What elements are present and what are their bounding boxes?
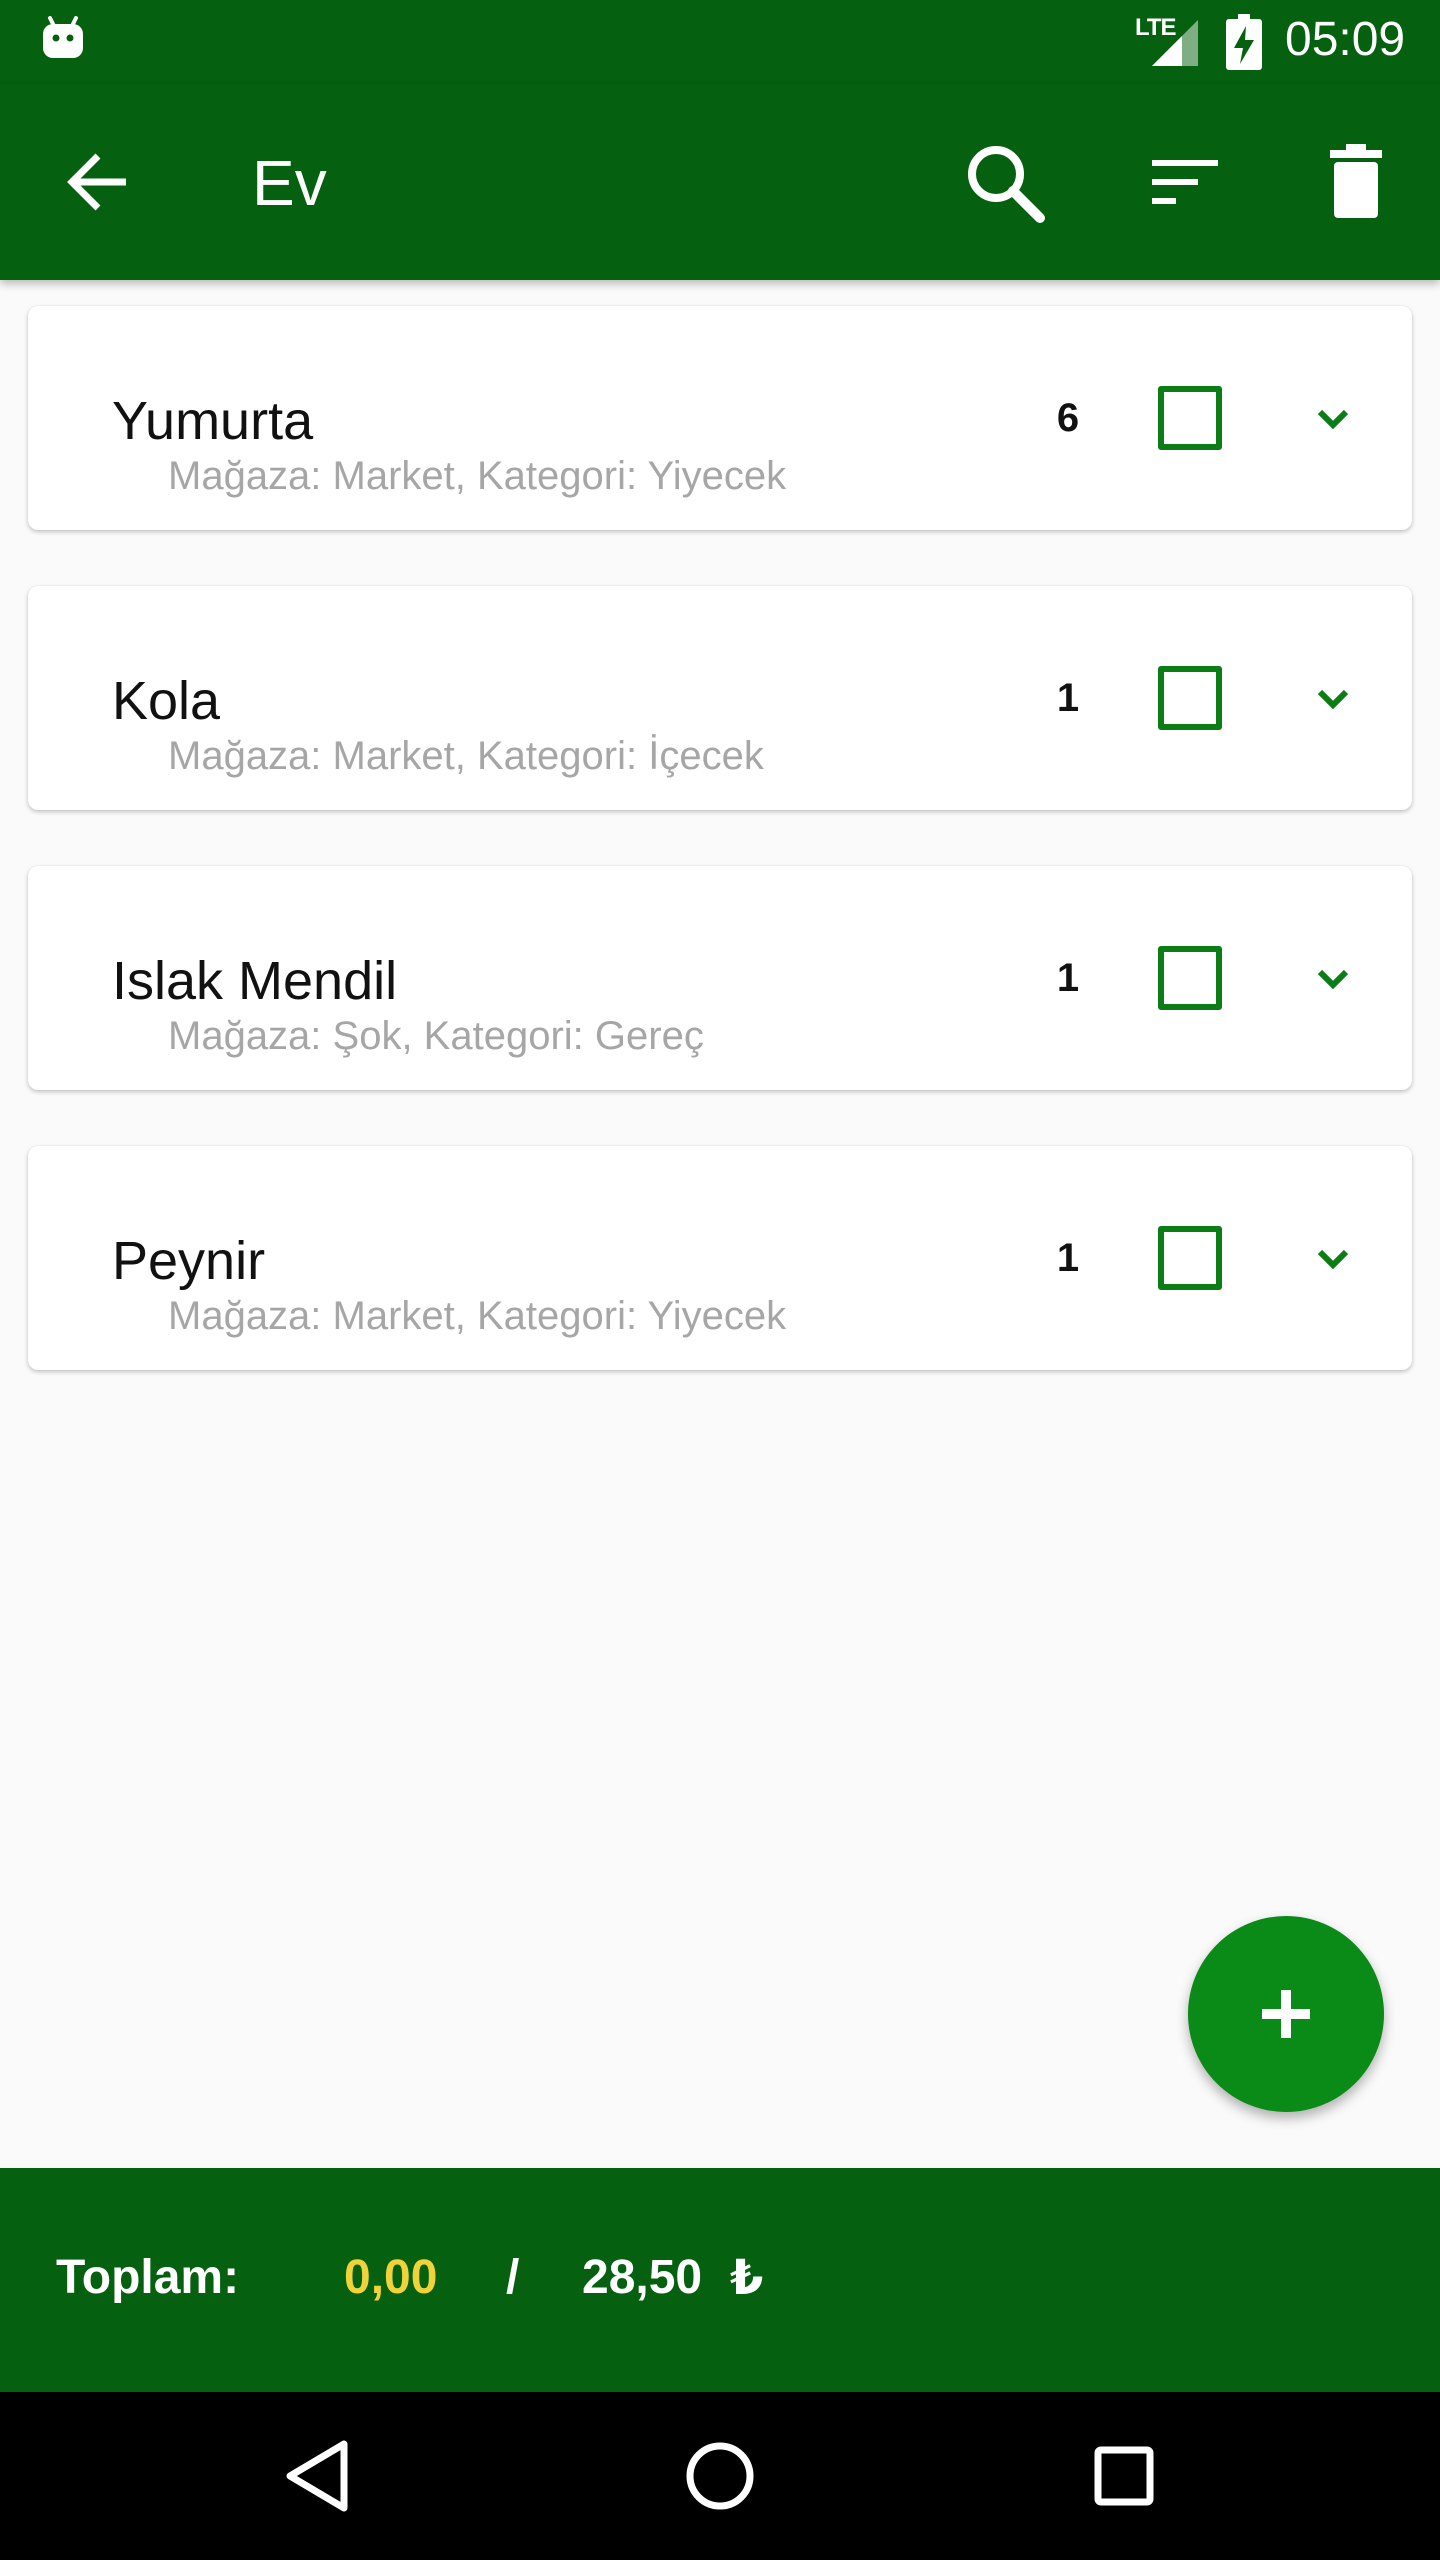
total-separator: / — [506, 2251, 520, 2304]
item-checkbox[interactable] — [1158, 666, 1222, 730]
expand-button[interactable] — [1298, 384, 1368, 454]
item-meta: Mağaza: Market, Kategori: Yiyecek — [168, 454, 787, 498]
chevron-down-icon — [1317, 1249, 1349, 1270]
item-checkbox[interactable] — [1158, 1226, 1222, 1290]
item-meta: Mağaza: Şok, Kategori: Gereç — [168, 1014, 704, 1058]
navigation-bar — [0, 2392, 1440, 2560]
back-button[interactable] — [50, 134, 146, 230]
screen: LTE 05:09 Ev Yumurta Mağaza: Market, Kat… — [0, 0, 1440, 2560]
total-amount: 28,50 — [582, 2251, 703, 2304]
sort-icon — [1152, 160, 1218, 204]
triangle-back-icon — [286, 2440, 348, 2512]
app-toolbar: Ev — [0, 84, 1440, 280]
nav-recents-button[interactable] — [1074, 2426, 1174, 2526]
item-quantity: 1 — [1056, 956, 1080, 1000]
item-quantity: 6 — [1056, 396, 1080, 440]
nav-back-button[interactable] — [268, 2426, 368, 2526]
trash-icon — [1330, 144, 1382, 218]
status-bar: LTE 05:09 — [0, 0, 1440, 84]
currency-symbol: ₺ — [730, 2252, 764, 2305]
battery-charging-icon — [1226, 14, 1262, 70]
chevron-down-icon — [1317, 689, 1349, 710]
item-checkbox[interactable] — [1158, 386, 1222, 450]
page-title: Ev — [252, 147, 327, 219]
square-recents-icon — [1094, 2446, 1154, 2506]
list-item[interactable]: Peynir Mağaza: Market, Kategori: Yiyecek… — [28, 1146, 1412, 1370]
sort-button[interactable] — [1140, 134, 1236, 230]
checked-total: 0,00 — [344, 2251, 438, 2304]
back-arrow-icon — [67, 153, 126, 211]
item-name: Kola — [112, 671, 221, 731]
nav-home-button[interactable] — [670, 2426, 770, 2526]
list-item[interactable]: Kola Mağaza: Market, Kategori: İçecek 1 — [28, 586, 1412, 810]
item-name: Yumurta — [112, 391, 314, 451]
total-label: Toplam: — [56, 2251, 240, 2304]
item-meta: Mağaza: Market, Kategori: Yiyecek — [168, 1294, 787, 1338]
chevron-down-icon — [1317, 969, 1349, 990]
item-meta: Mağaza: Market, Kategori: İçecek — [168, 734, 764, 778]
status-clock: 05:09 — [1285, 13, 1406, 66]
plus-icon — [1262, 1990, 1310, 2038]
search-icon — [968, 146, 1045, 223]
add-item-button[interactable] — [1188, 1916, 1384, 2112]
item-quantity: 1 — [1056, 676, 1080, 720]
expand-button[interactable] — [1298, 944, 1368, 1014]
item-checkbox[interactable] — [1158, 946, 1222, 1010]
item-quantity: 1 — [1056, 1236, 1080, 1280]
item-name: Peynir — [112, 1231, 266, 1291]
total-bar: Toplam: 0,00 / 28,50 ₺ — [0, 2168, 1440, 2392]
circle-home-icon — [686, 2442, 754, 2510]
chevron-down-icon — [1317, 409, 1349, 430]
android-icon — [43, 16, 83, 58]
delete-button[interactable] — [1308, 134, 1404, 230]
search-button[interactable] — [956, 134, 1052, 230]
list-item[interactable]: Yumurta Mağaza: Market, Kategori: Yiyece… — [28, 306, 1412, 530]
item-name: Islak Mendil — [112, 951, 398, 1011]
expand-button[interactable] — [1298, 1224, 1368, 1294]
list-item[interactable]: Islak Mendil Mağaza: Şok, Kategori: Gere… — [28, 866, 1412, 1090]
expand-button[interactable] — [1298, 664, 1368, 734]
signal-icon — [1152, 20, 1198, 66]
